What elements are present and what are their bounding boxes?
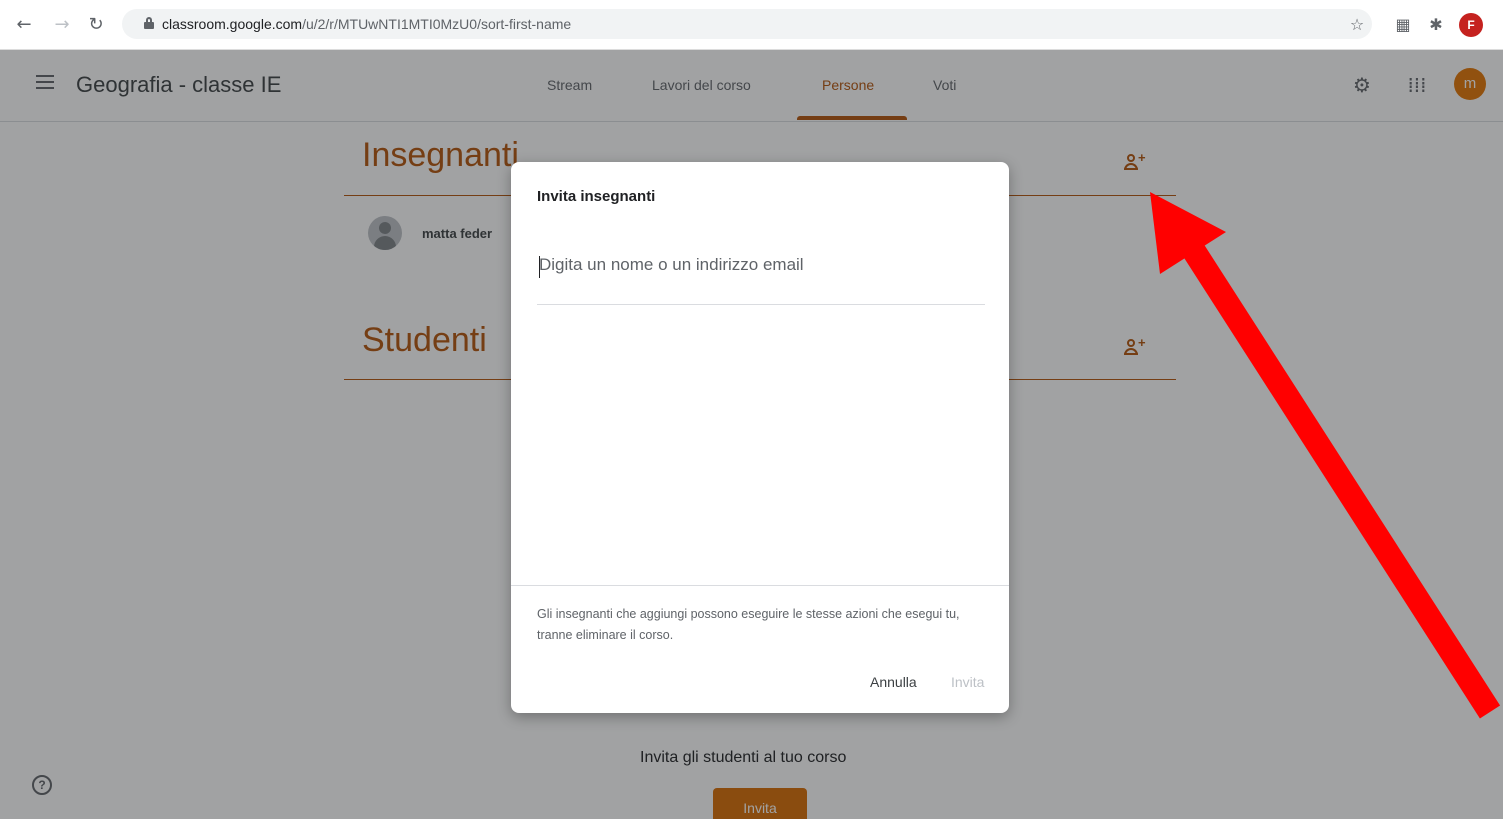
back-icon[interactable]: ← <box>14 14 34 36</box>
address-bar[interactable]: classroom.google.com/u/2/r/MTUwNTI1MTI0M… <box>122 9 1372 39</box>
cancel-button[interactable]: Annulla <box>870 674 917 690</box>
lock-icon <box>144 17 154 29</box>
teacher-search-input[interactable] <box>537 248 985 305</box>
dialog-divider <box>511 585 1009 586</box>
url-text: classroom.google.com/u/2/r/MTUwNTI1MTI0M… <box>162 16 572 32</box>
text-cursor <box>539 256 540 278</box>
extensions-puzzle-icon[interactable]: ✱ <box>1426 15 1446 35</box>
reload-icon[interactable]: ↻ <box>86 14 106 36</box>
browser-toolbar: ← → ↻ classroom.google.com/u/2/r/MTUwNTI… <box>0 0 1503 50</box>
invite-button[interactable]: Invita <box>951 674 984 690</box>
invite-teachers-dialog: Invita insegnanti Gli insegnanti che agg… <box>511 162 1009 713</box>
dialog-note: Gli insegnanti che aggiungi possono eseg… <box>537 607 960 642</box>
forward-icon[interactable]: → <box>52 14 72 36</box>
extension-grid-icon[interactable]: ▦ <box>1393 15 1413 35</box>
browser-profile-avatar[interactable]: F <box>1459 13 1483 37</box>
dialog-title: Invita insegnanti <box>537 188 656 205</box>
bookmark-star-icon[interactable]: ☆ <box>1347 15 1367 35</box>
